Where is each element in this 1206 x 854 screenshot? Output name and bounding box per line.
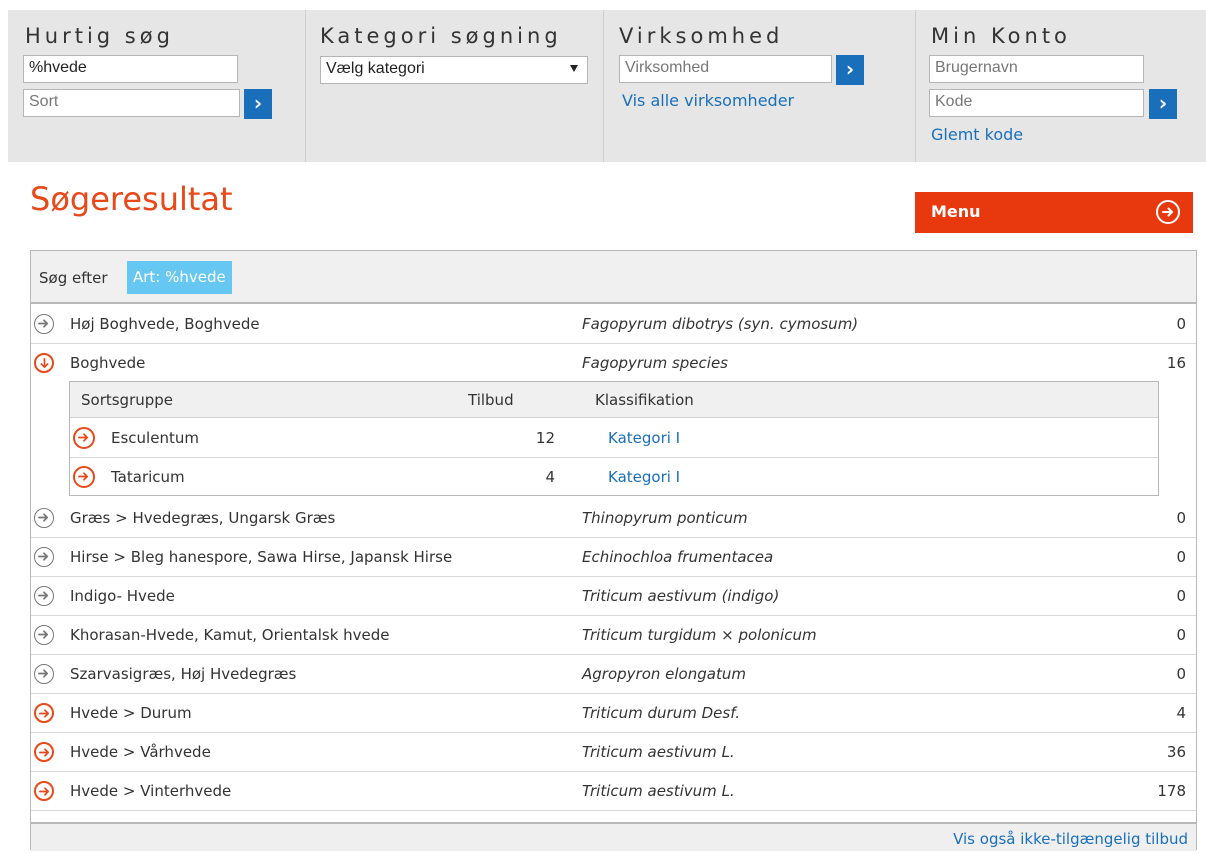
arrow-down-circle-icon[interactable]	[34, 353, 54, 373]
company-search-button[interactable]: ›	[836, 55, 864, 85]
variety-offer-count: 4	[545, 468, 555, 486]
classification-link[interactable]: Kategori I	[608, 429, 680, 447]
result-row[interactable]: Hvede > Vinterhvede Triticum aestivum L. 1…	[31, 772, 1196, 811]
panel-divider	[305, 10, 306, 162]
result-row[interactable]: Hvede > Durum Triticum durum Desf. 4	[31, 694, 1196, 733]
filter-bar: Søg efter Art: %hvede	[31, 251, 1196, 304]
menu-button-label: Menu	[931, 202, 981, 221]
category-select-value: Vælg kategori	[326, 60, 425, 77]
result-latin-name: Fagopyrum species	[582, 354, 728, 372]
arrow-right-circle-icon[interactable]	[73, 466, 95, 488]
result-offer-count: 0	[1176, 626, 1186, 644]
variety-group-table: Sortsgruppe Tilbud Klassifikation Escule…	[69, 381, 1159, 496]
result-name[interactable]: Indigo- Hvede	[70, 587, 175, 605]
result-name[interactable]: Szarvasigræs, Høj Hvedegræs	[70, 665, 296, 683]
result-name[interactable]: Khorasan-Hvede, Kamut, Orientalsk hvede	[70, 626, 390, 644]
chevron-right-icon: ›	[253, 91, 263, 115]
variety-table-header: Sortsgruppe Tilbud Klassifikation	[70, 382, 1158, 418]
dropdown-arrow-icon	[570, 65, 578, 72]
menu-button[interactable]: Menu	[915, 192, 1193, 233]
arrow-right-circle-icon[interactable]	[34, 664, 54, 684]
result-offer-count: 16	[1166, 354, 1186, 372]
panel-divider	[915, 10, 916, 162]
variety-name[interactable]: Esculentum	[111, 429, 199, 447]
column-header-classification: Klassifikation	[595, 391, 694, 409]
quick-search-input[interactable]: %hvede	[23, 55, 238, 83]
result-latin-name: Triticum aestivum (indigo)	[582, 587, 780, 605]
result-name[interactable]: Hvede > Vårhvede	[70, 743, 211, 761]
account-title: Min Konto	[931, 24, 1071, 48]
result-name[interactable]: Græs > Hvedegræs, Ungarsk Græs	[70, 509, 335, 527]
username-input[interactable]: Brugernavn	[929, 55, 1144, 83]
quick-search-submit-button[interactable]: ›	[244, 89, 272, 119]
result-name[interactable]: Hvede > Durum	[70, 704, 192, 722]
variety-row[interactable]: Tataricum 4 Kategori I	[70, 458, 1158, 497]
arrow-right-circle-icon[interactable]	[34, 742, 54, 762]
sort-input[interactable]: Sort	[23, 89, 240, 117]
forgot-password-link[interactable]: Glemt kode	[931, 125, 1023, 144]
category-select[interactable]: Vælg kategori	[320, 56, 588, 84]
result-offer-count: 0	[1176, 587, 1186, 605]
search-for-label: Søg efter	[39, 269, 108, 287]
result-row[interactable]: Szarvasigræs, Høj Hvedegræs Agropyron elo…	[31, 655, 1196, 694]
panel-divider	[603, 10, 604, 162]
chevron-right-icon: ›	[1158, 91, 1168, 115]
result-row[interactable]: Khorasan-Hvede, Kamut, Orientalsk hvede T…	[31, 616, 1196, 655]
result-offer-count: 0	[1176, 665, 1186, 683]
variety-name[interactable]: Tataricum	[111, 468, 185, 486]
login-button[interactable]: ›	[1149, 89, 1177, 119]
arrow-right-circle-icon[interactable]	[34, 703, 54, 723]
company-input[interactable]: Virksomhed	[619, 55, 832, 83]
result-name[interactable]: Boghvede	[70, 354, 145, 372]
arrow-right-circle-icon[interactable]	[34, 586, 54, 606]
results-footer: Vis også ikke-tilgængelig tilbud	[31, 822, 1196, 851]
variety-offer-count: 12	[535, 429, 555, 447]
result-row[interactable]: Indigo- Hvede Triticum aestivum (indigo) 0	[31, 577, 1196, 616]
column-header-offers: Tilbud	[468, 391, 514, 409]
result-latin-name: Triticum aestivum L.	[582, 743, 735, 761]
result-row[interactable]: Høj Boghvede, Boghvede Fagopyrum dibotrys…	[31, 305, 1196, 344]
result-latin-name: Agropyron elongatum	[582, 665, 746, 683]
result-row[interactable]: Hirse > Bleg hanespore, Sawa Hirse, Japa…	[31, 538, 1196, 577]
result-name[interactable]: Høj Boghvede, Boghvede	[70, 315, 260, 333]
result-latin-name: Echinochloa frumentacea	[582, 548, 774, 566]
result-offer-count: 178	[1157, 782, 1186, 800]
arrow-right-circle-icon[interactable]	[34, 314, 54, 334]
column-header-group: Sortsgruppe	[81, 391, 174, 409]
result-latin-name: Triticum turgidum × polonicum	[582, 626, 817, 644]
show-all-companies-link[interactable]: Vis alle virksomheder	[622, 91, 794, 110]
results-panel: Søg efter Art: %hvede Høj Boghvede, Bogh…	[30, 250, 1197, 851]
result-offer-count: 4	[1176, 704, 1186, 722]
arrow-right-circle-icon[interactable]	[34, 781, 54, 801]
arrow-right-circle-icon[interactable]	[34, 547, 54, 567]
result-name[interactable]: Hvede > Vinterhvede	[70, 782, 231, 800]
company-title: Virksomhed	[619, 24, 784, 48]
arrow-right-circle-icon[interactable]	[34, 625, 54, 645]
chevron-right-icon: ›	[845, 57, 855, 81]
result-offer-count: 36	[1166, 743, 1186, 761]
result-offer-count: 0	[1176, 548, 1186, 566]
classification-link[interactable]: Kategori I	[608, 468, 680, 486]
password-input[interactable]: Kode	[929, 89, 1144, 117]
arrow-right-circle-icon	[1156, 200, 1180, 224]
result-offer-count: 0	[1176, 509, 1186, 527]
result-row[interactable]: Hvede > Vårhvede Triticum aestivum L. 36	[31, 733, 1196, 772]
page-title: Søgeresultat	[30, 180, 233, 218]
result-latin-name: Triticum aestivum L.	[582, 782, 735, 800]
variety-row[interactable]: Esculentum 12 Kategori I	[70, 419, 1158, 458]
arrow-right-circle-icon[interactable]	[73, 427, 95, 449]
result-latin-name: Thinopyrum ponticum	[582, 509, 748, 527]
result-row[interactable]: Græs > Hvedegræs, Ungarsk Græs Thinopyrum…	[31, 499, 1196, 538]
result-latin-name: Fagopyrum dibotrys (syn. cymosum)	[582, 315, 859, 333]
show-unavailable-offers-link[interactable]: Vis også ikke-tilgængelig tilbud	[953, 830, 1188, 848]
result-offer-count: 0	[1176, 315, 1186, 333]
quick-search-title: Hurtig søg	[25, 24, 174, 48]
category-search-title: Kategori søgning	[320, 24, 562, 48]
result-name[interactable]: Hirse > Bleg hanespore, Sawa Hirse, Japa…	[70, 548, 452, 566]
arrow-right-circle-icon[interactable]	[34, 508, 54, 528]
filter-chip[interactable]: Art: %hvede	[127, 261, 232, 294]
result-latin-name: Triticum durum Desf.	[582, 704, 740, 722]
